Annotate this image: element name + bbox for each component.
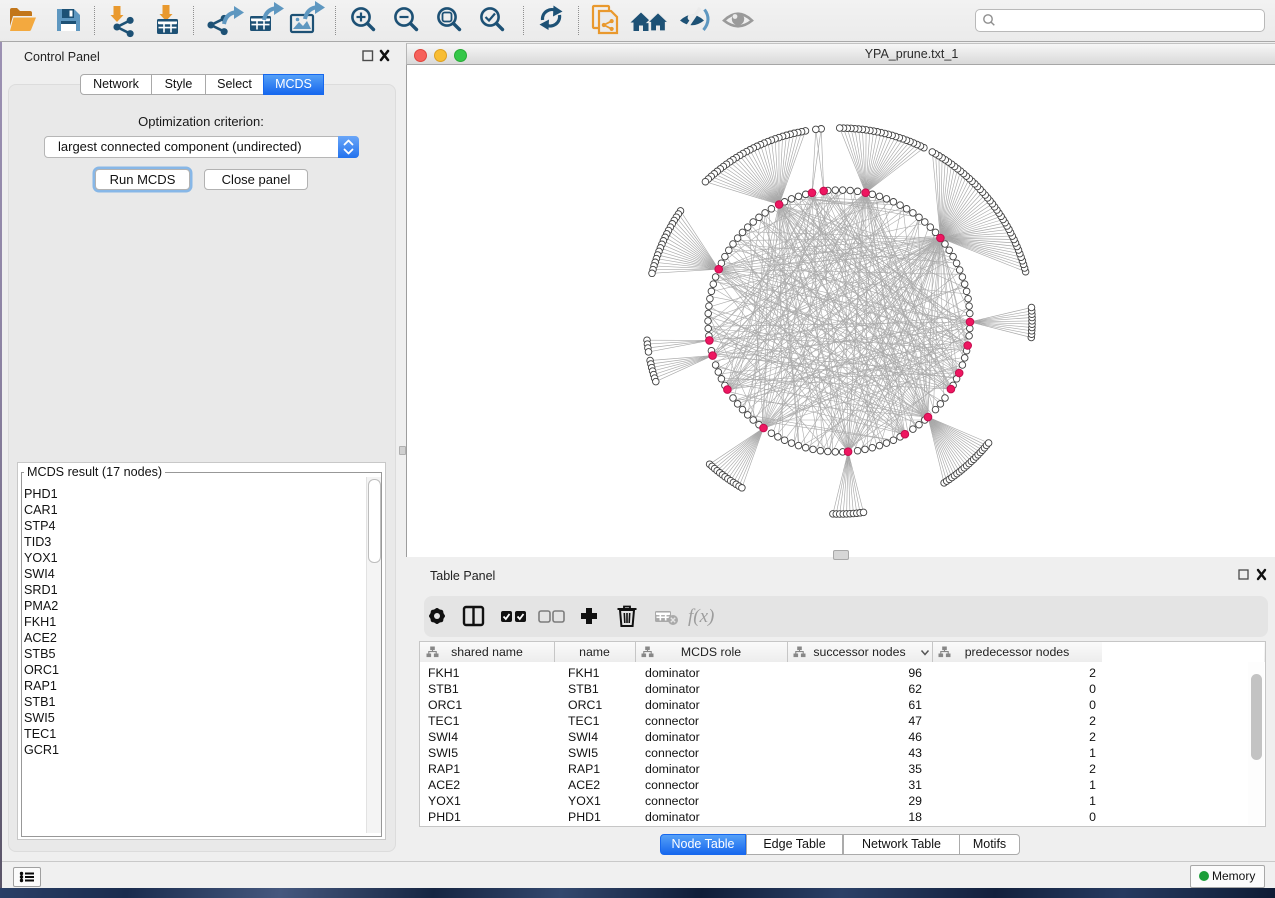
svg-text:f(x): f(x) — [688, 606, 714, 627]
